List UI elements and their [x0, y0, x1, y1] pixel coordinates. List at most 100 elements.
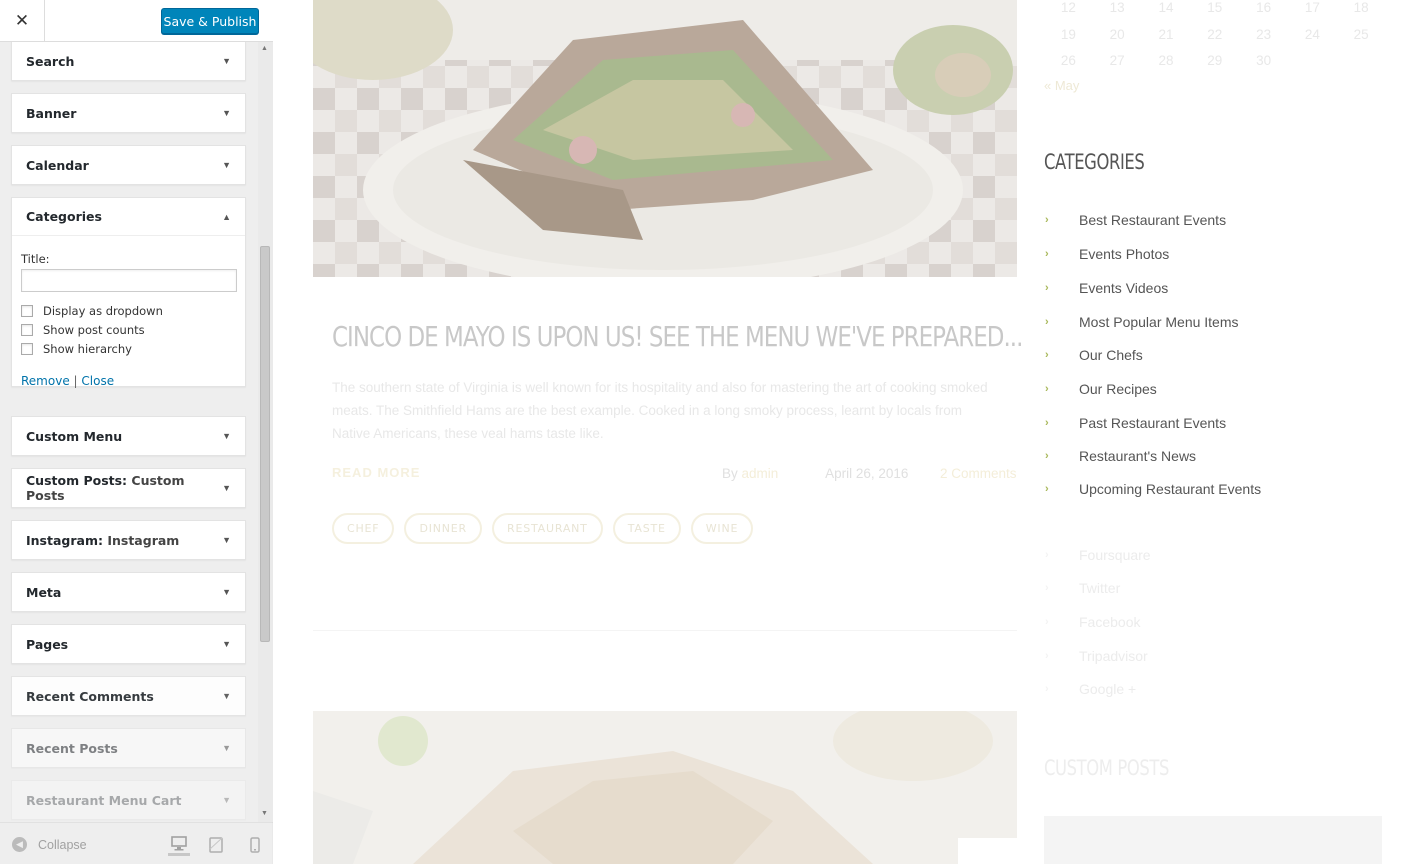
dropdown-option[interactable]: Display as dropdown: [21, 304, 236, 318]
caret-down-icon[interactable]: ▼: [222, 56, 231, 66]
calendar-prev-link[interactable]: « May: [1044, 78, 1079, 93]
category-item[interactable]: › Events Videos: [1044, 280, 1168, 296]
calendar-day: 28: [1158, 53, 1174, 68]
widget-meta[interactable]: Meta ▼: [11, 572, 246, 612]
caret-down-icon[interactable]: ▼: [222, 108, 231, 118]
post-tags: CHEF DINNER RESTAURANT TASTE WINE: [332, 513, 754, 544]
separator: |: [73, 374, 78, 388]
post-counts-option[interactable]: Show post counts: [21, 323, 236, 337]
next-post-image[interactable]: [313, 711, 1017, 864]
title-input[interactable]: [21, 269, 237, 292]
scroll-down-icon[interactable]: ▼: [261, 810, 268, 817]
category-label: Our Chefs: [1079, 347, 1143, 363]
calendar-day: 22: [1207, 27, 1223, 42]
widget-title: Pages: [26, 636, 69, 652]
calendar-day: [1288, 53, 1337, 68]
comments-link[interactable]: 2 Comments: [940, 466, 1017, 481]
category-label: Events Videos: [1079, 280, 1169, 296]
checkbox[interactable]: [21, 343, 33, 355]
social-link[interactable]: › Facebook: [1044, 614, 1140, 630]
tag-taste[interactable]: TASTE: [612, 513, 681, 544]
social-link[interactable]: › Google +: [1044, 681, 1136, 697]
custom-posts-thumbnail[interactable]: [1044, 816, 1382, 864]
checkbox[interactable]: [21, 324, 33, 336]
category-item[interactable]: › Our Recipes: [1044, 381, 1157, 397]
checkbox-label: Display as dropdown: [43, 304, 163, 318]
caret-down-icon[interactable]: ▼: [222, 535, 231, 545]
calendar-day: 14: [1158, 0, 1174, 15]
widget-recent-comments[interactable]: Recent Comments ▼: [11, 676, 246, 716]
social-link[interactable]: › Twitter: [1044, 580, 1120, 596]
caret-down-icon[interactable]: ▼: [222, 160, 231, 170]
chevron-right-icon: ›: [1045, 248, 1049, 260]
calendar-day: 16: [1256, 0, 1272, 15]
category-label: Our Recipes: [1079, 381, 1157, 397]
widget-title: Banner: [26, 105, 77, 121]
category-label: Upcoming Restaurant Events: [1079, 481, 1262, 497]
preview-tablet-button[interactable]: [206, 834, 226, 856]
calendar-day: 29: [1207, 53, 1223, 68]
close-link[interactable]: Close: [81, 374, 114, 388]
widget-categories-header[interactable]: Categories ▲: [12, 198, 245, 236]
hierarchy-option[interactable]: Show hierarchy: [21, 342, 236, 356]
caret-down-icon[interactable]: ▼: [222, 743, 231, 753]
caret-down-icon[interactable]: ▼: [222, 587, 231, 597]
category-item[interactable]: › Best Restaurant Events: [1044, 212, 1226, 228]
tag-wine[interactable]: WINE: [690, 513, 754, 544]
widget-banner[interactable]: Banner ▼: [11, 93, 246, 133]
calendar-day: 13: [1109, 0, 1125, 15]
category-item[interactable]: › Events Photos: [1044, 246, 1169, 262]
category-item[interactable]: › Our Chefs: [1044, 347, 1143, 363]
widget-custom-posts[interactable]: Custom Posts: Custom Posts ▼: [11, 468, 246, 508]
collapse-arrow-icon: ◀: [12, 837, 27, 852]
category-label: Most Popular Menu Items: [1079, 314, 1239, 330]
calendar-day: 20: [1109, 27, 1125, 42]
widget-pages[interactable]: Pages ▼: [11, 624, 246, 664]
social-link[interactable]: › Tripadvisor: [1044, 648, 1148, 664]
scroll-up-icon[interactable]: ▲: [261, 45, 268, 52]
caret-up-icon[interactable]: ▲: [222, 212, 231, 222]
widget-list-scrollbar[interactable]: ▲ ▼: [258, 42, 273, 822]
widget-restaurant-menu-cart[interactable]: Restaurant Menu Cart ▼: [11, 780, 246, 820]
author-link[interactable]: admin: [742, 466, 779, 481]
caret-down-icon[interactable]: ▼: [222, 483, 231, 493]
calendar-week: 26 27 28 29 30: [1044, 53, 1386, 68]
widget-instagram[interactable]: Instagram: Instagram ▼: [11, 520, 246, 560]
chevron-right-icon: ›: [1045, 483, 1049, 495]
social-link[interactable]: › Foursquare: [1044, 547, 1151, 563]
tag-restaurant[interactable]: RESTAURANT: [492, 513, 603, 544]
category-item[interactable]: › Most Popular Menu Items: [1044, 314, 1239, 330]
widget-calendar[interactable]: Calendar ▼: [11, 145, 246, 185]
tag-chef[interactable]: CHEF: [332, 513, 395, 544]
read-more-link[interactable]: READ MORE: [332, 465, 420, 480]
caret-down-icon[interactable]: ▼: [222, 431, 231, 441]
category-item[interactable]: › Upcoming Restaurant Events: [1044, 481, 1261, 497]
calendar-day: 12: [1060, 0, 1076, 15]
save-publish-button[interactable]: Save & Publish: [161, 8, 259, 34]
widget-recent-posts[interactable]: Recent Posts ▼: [11, 728, 246, 768]
category-item[interactable]: › Past Restaurant Events: [1044, 415, 1226, 431]
widget-custom-menu[interactable]: Custom Menu ▼: [11, 416, 246, 456]
close-customizer-button[interactable]: ✕: [0, 0, 45, 42]
collapse-button[interactable]: ◀ Collapse: [12, 837, 87, 852]
scrollbar-thumb[interactable]: [260, 246, 270, 642]
caret-down-icon[interactable]: ▼: [222, 691, 231, 701]
widget-title: Custom Posts:: [26, 473, 128, 488]
widget-search[interactable]: Search ▼: [11, 42, 246, 81]
tag-dinner[interactable]: DINNER: [404, 513, 483, 544]
checkbox[interactable]: [21, 305, 33, 317]
widget-list: Search ▼ Banner ▼ Calendar ▼ Categories ▲ Ti…: [0, 42, 258, 822]
caret-down-icon[interactable]: ▼: [222, 639, 231, 649]
tablet-icon: [209, 837, 223, 853]
preview-desktop-button[interactable]: [168, 834, 190, 856]
preview-mobile-button[interactable]: [245, 834, 265, 856]
widget-title: Meta: [26, 584, 62, 600]
post-featured-image[interactable]: [313, 0, 1017, 277]
custom-posts-heading: CUSTOM POSTS: [1044, 756, 1169, 780]
remove-link[interactable]: Remove: [21, 374, 70, 388]
chevron-right-icon: ›: [1045, 214, 1049, 226]
post-title[interactable]: CINCO DE MAYO IS UPON US! SEE THE MENU W…: [332, 320, 1023, 353]
caret-down-icon[interactable]: ▼: [222, 795, 231, 805]
category-item[interactable]: › Restaurant's News: [1044, 448, 1196, 464]
desktop-icon: [171, 836, 187, 851]
